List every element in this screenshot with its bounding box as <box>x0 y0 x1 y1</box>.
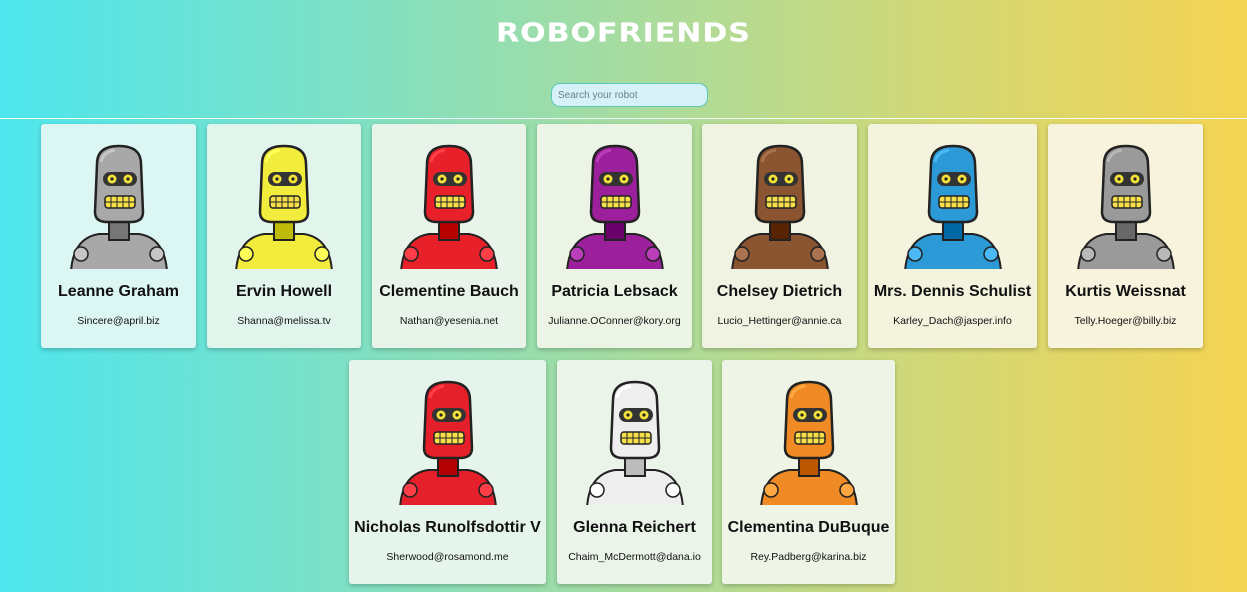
robot-card[interactable]: Ervin Howell Shanna@melissa.tv <box>207 124 361 348</box>
robot-avatar <box>1048 124 1203 269</box>
robot-email: Chaim_McDermott@dana.io <box>568 551 701 563</box>
header-divider <box>0 118 1247 119</box>
robot-avatar <box>722 360 895 505</box>
robot-card[interactable]: Leanne Graham Sincere@april.biz <box>41 124 196 348</box>
robot-email: Karley_Dach@jasper.info <box>893 315 1012 327</box>
search-input[interactable] <box>551 83 708 107</box>
robot-avatar <box>41 124 196 269</box>
robot-avatar <box>372 124 526 269</box>
robot-email: Shanna@melissa.tv <box>237 315 331 327</box>
robot-avatar <box>868 124 1037 269</box>
robot-card[interactable]: Mrs. Dennis Schulist Karley_Dach@jasper.i… <box>868 124 1037 348</box>
robot-avatar <box>557 360 712 505</box>
robot-name: Nicholas Runolfsdottir V <box>354 519 541 536</box>
robot-name: Glenna Reichert <box>573 519 696 536</box>
robot-card[interactable]: Clementine Bauch Nathan@yesenia.net <box>372 124 526 348</box>
robot-name: Leanne Graham <box>58 283 179 300</box>
robot-name: Patricia Lebsack <box>551 283 678 300</box>
robot-name: Ervin Howell <box>235 283 333 300</box>
robot-email: Julianne.OConner@kory.org <box>548 315 681 327</box>
robot-email: Sincere@april.biz <box>77 315 160 327</box>
app-title: ROBOFRIENDS <box>496 18 751 49</box>
robot-card[interactable]: Patricia Lebsack Julianne.OConner@kory.or… <box>537 124 692 348</box>
robot-name: Mrs. Dennis Schulist <box>873 283 1032 300</box>
robot-card[interactable]: Clementina DuBuque Rey.Padberg@karina.biz <box>722 360 895 584</box>
robot-email: Rey.Padberg@karina.biz <box>750 551 867 563</box>
robot-card[interactable]: Glenna Reichert Chaim_McDermott@dana.io <box>557 360 712 584</box>
robot-email: Sherwood@rosamond.me <box>386 551 509 563</box>
robot-card[interactable]: Nicholas Runolfsdottir V Sherwood@rosamon… <box>349 360 546 584</box>
robot-name: Clementina DuBuque <box>727 519 890 536</box>
robot-name: Kurtis Weissnat <box>1065 283 1186 300</box>
robot-email: Telly.Hoeger@billy.biz <box>1074 315 1177 327</box>
robot-email: Nathan@yesenia.net <box>399 315 499 327</box>
robot-email: Lucio_Hettinger@annie.ca <box>717 315 842 327</box>
robot-avatar <box>349 360 546 505</box>
robot-name: Chelsey Dietrich <box>716 283 843 300</box>
robot-avatar <box>207 124 361 269</box>
robot-name: Clementine Bauch <box>379 283 519 300</box>
robot-avatar <box>702 124 857 269</box>
robot-card[interactable]: Kurtis Weissnat Telly.Hoeger@billy.biz <box>1048 124 1203 348</box>
robot-card[interactable]: Chelsey Dietrich Lucio_Hettinger@annie.ca <box>702 124 857 348</box>
robot-avatar <box>537 124 692 269</box>
